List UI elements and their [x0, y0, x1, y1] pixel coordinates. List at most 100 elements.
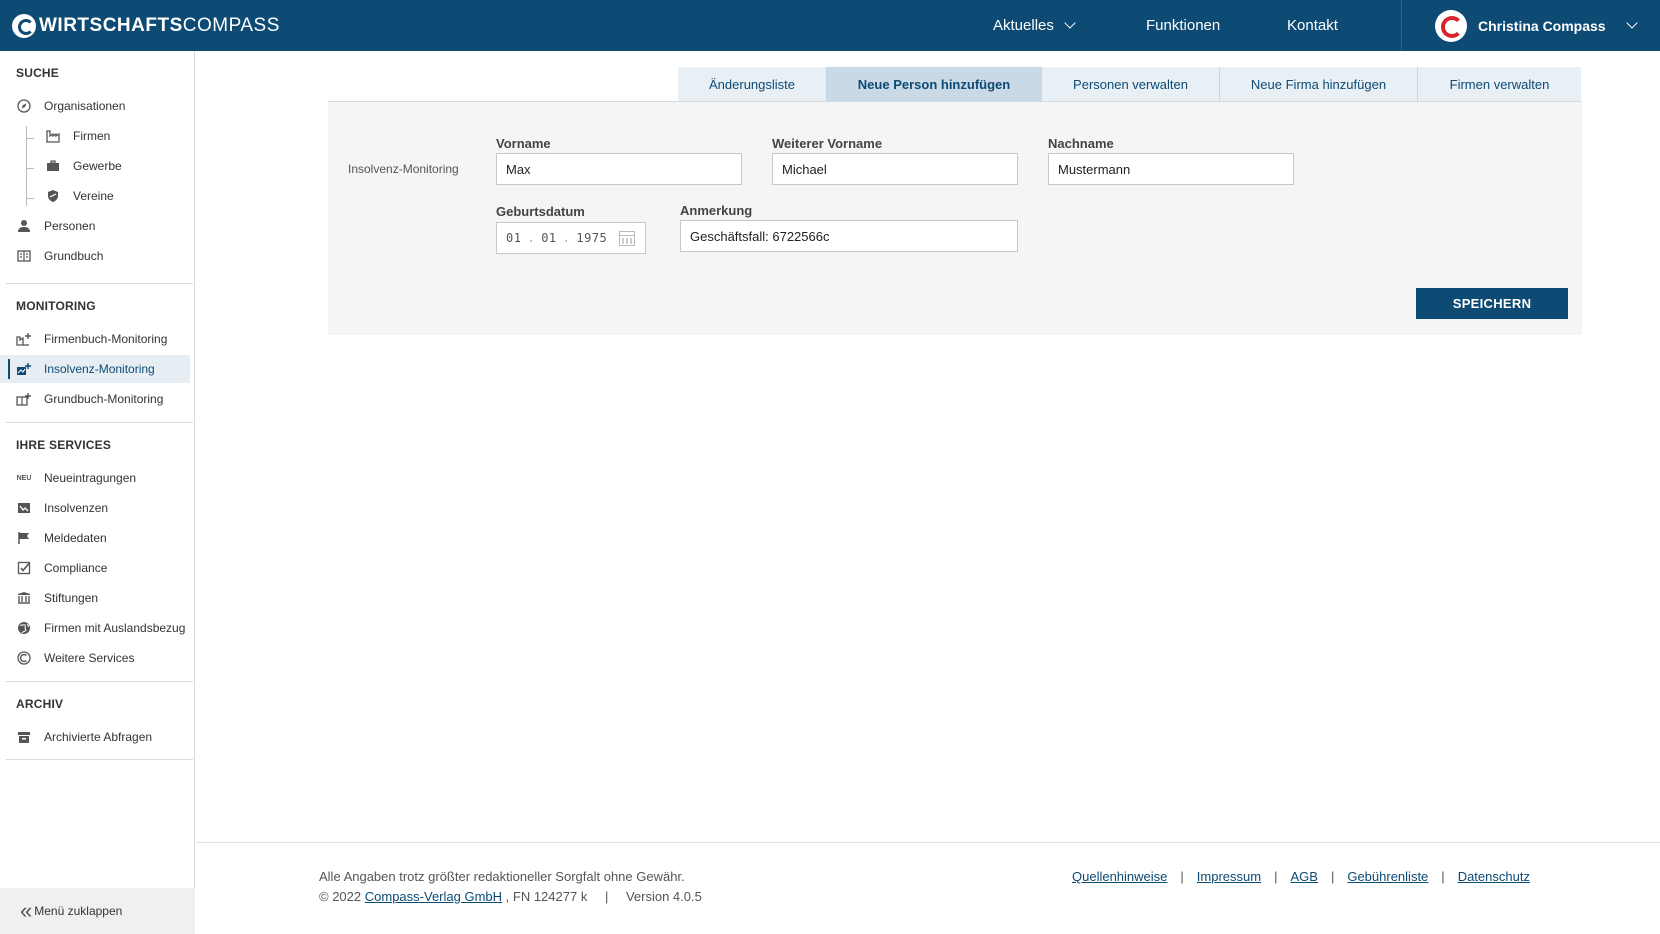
- sidebar-item-personen[interactable]: Personen: [0, 212, 190, 240]
- sidebar-item-label: Firmen mit Auslandsbezug: [44, 621, 186, 635]
- briefcase-icon: [45, 158, 61, 174]
- sidebar-item-gewerbe[interactable]: Gewerbe: [0, 152, 190, 180]
- copyright-prefix: © 2022: [319, 889, 362, 904]
- link-impressum[interactable]: Impressum: [1197, 869, 1261, 884]
- archive-box-icon: [16, 729, 32, 745]
- sidebar-item-meldedaten[interactable]: Meldedaten: [0, 524, 190, 552]
- nav-funktionen[interactable]: Funktionen: [1146, 0, 1220, 51]
- sidebar-item-organisationen[interactable]: Organisationen: [0, 92, 190, 120]
- date-year[interactable]: 1975: [576, 231, 607, 245]
- user-name: Christina Compass: [1478, 17, 1606, 34]
- date-month[interactable]: 01: [541, 231, 556, 245]
- sidebar-item-label: Compliance: [44, 561, 108, 575]
- footer-disclaimer: Alle Angaben trotz größter redaktionelle…: [319, 869, 685, 884]
- sidebar-item-firmenbuch-monitoring[interactable]: Firmenbuch-Monitoring: [0, 325, 190, 353]
- footer: Alle Angaben trotz größter redaktionelle…: [196, 842, 1660, 934]
- tab-neue-firma[interactable]: Neue Firma hinzufügen: [1220, 67, 1418, 102]
- flag-icon: [16, 530, 32, 546]
- factory-plus-icon: [16, 331, 32, 347]
- sidebar-item-vereine[interactable]: Vereine: [0, 182, 190, 210]
- weiterer-vorname-value: Michael: [782, 161, 827, 177]
- link-gebuehrenliste[interactable]: Gebührenliste: [1347, 869, 1428, 884]
- sidebar-item-compliance[interactable]: Compliance: [0, 554, 190, 582]
- sidebar-item-grundbuch-monitoring[interactable]: Grundbuch-Monitoring: [0, 385, 190, 413]
- sidebar-item-label: Stiftungen: [44, 591, 99, 605]
- double-chevron-left-icon: «: [20, 898, 33, 923]
- shield-icon: [45, 188, 61, 204]
- sidebar-item-auslandsbezug[interactable]: Firmen mit Auslandsbezug: [0, 614, 190, 642]
- sidebar-item-label: Grundbuch: [44, 249, 104, 263]
- sidebar-item-label: Vereine: [73, 189, 114, 203]
- sidebar-item-grundbuch[interactable]: Grundbuch: [0, 242, 190, 270]
- book-plus-icon: [16, 391, 32, 407]
- vorname-field[interactable]: Max: [496, 153, 742, 185]
- institution-icon: [16, 590, 32, 606]
- footer-links: Quellenhinweise | Impressum | AGB | Gebü…: [1072, 869, 1530, 884]
- copyright-suffix: , FN 124277 k: [505, 889, 588, 904]
- new-badge-icon: NEU: [16, 474, 32, 482]
- divider: [6, 759, 193, 760]
- sidebar-item-firmen[interactable]: Firmen: [0, 122, 190, 150]
- sidebar-item-weitere-services[interactable]: Weitere Services: [0, 644, 190, 672]
- sidebar-item-label: Weitere Services: [44, 651, 135, 665]
- geburtsdatum-field[interactable]: 01 . 01 . 1975: [496, 222, 646, 254]
- anmerkung-label: Anmerkung: [680, 203, 753, 218]
- sidebar-section-suche: SUCHE: [16, 66, 60, 80]
- divider: [6, 283, 193, 284]
- sidebar-item-label: Gewerbe: [73, 159, 122, 173]
- sidebar-item-label: Firmen: [73, 129, 111, 143]
- sidebar-item-label: Organisationen: [44, 99, 126, 113]
- checkbox-icon: [16, 560, 32, 576]
- divider: [6, 422, 193, 423]
- person-form-panel: Insolvenz-Monitoring Vorname Max Weitere…: [328, 101, 1582, 335]
- sidebar-item-insolvenz-monitoring[interactable]: Insolvenz-Monitoring: [0, 355, 190, 383]
- link-quellenhinweise[interactable]: Quellenhinweise: [1072, 869, 1167, 884]
- sidebar-item-label: Grundbuch-Monitoring: [44, 392, 164, 406]
- link-agb[interactable]: AGB: [1290, 869, 1317, 884]
- brand-name: WIRTSCHAFTSCOMPASS: [39, 15, 280, 36]
- sidebar-item-label: Archivierte Abfragen: [44, 730, 153, 744]
- link-datenschutz[interactable]: Datenschutz: [1458, 869, 1530, 884]
- collapse-menu-button[interactable]: « Menü zuklappen: [0, 888, 195, 934]
- vorname-value: Max: [506, 161, 531, 177]
- weiterer-vorname-field[interactable]: Michael: [772, 153, 1018, 185]
- geburtsdatum-label: Geburtsdatum: [496, 204, 585, 219]
- form-section-label: Insolvenz-Monitoring: [348, 162, 459, 176]
- sidebar-item-archivierte-abfragen[interactable]: Archivierte Abfragen: [0, 723, 190, 751]
- save-button[interactable]: SPEICHERN: [1416, 288, 1568, 319]
- calendar-icon[interactable]: [619, 231, 635, 246]
- chart-down-icon: [16, 500, 32, 516]
- compass-icon: [16, 98, 32, 114]
- tab-firmen-verwalten[interactable]: Firmen verwalten: [1418, 67, 1581, 102]
- publisher-link[interactable]: Compass-Verlag GmbH: [365, 889, 502, 904]
- avatar: [1435, 9, 1467, 42]
- tab-neue-person[interactable]: Neue Person hinzufügen: [827, 67, 1042, 102]
- footer-copyright: © 2022 Compass-Verlag GmbH , FN 124277 k…: [319, 889, 702, 904]
- tab-personen-verwalten[interactable]: Personen verwalten: [1042, 67, 1220, 102]
- user-menu[interactable]: Christina Compass: [1401, 0, 1660, 51]
- date-day[interactable]: 01: [506, 231, 521, 245]
- book-icon: [16, 248, 32, 264]
- collapse-menu-label: Menü zuklappen: [34, 904, 123, 918]
- chevron-down-icon: [1064, 17, 1076, 29]
- sidebar-item-label: Personen: [44, 219, 96, 233]
- tab-aenderungsliste[interactable]: Änderungsliste: [678, 67, 827, 102]
- weiterer-vorname-label: Weiterer Vorname: [772, 136, 883, 151]
- sidebar-section-monitoring: MONITORING: [16, 299, 96, 313]
- nav-kontakt[interactable]: Kontakt: [1287, 0, 1338, 51]
- nachname-field[interactable]: Mustermann: [1048, 153, 1294, 185]
- nachname-label: Nachname: [1048, 136, 1114, 151]
- sidebar-item-stiftungen[interactable]: Stiftungen: [0, 584, 190, 612]
- sidebar-item-label: Insolvenzen: [44, 501, 109, 515]
- sidebar-item-insolvenzen[interactable]: Insolvenzen: [0, 494, 190, 522]
- brand-logo[interactable]: WIRTSCHAFTSCOMPASS: [12, 13, 280, 39]
- top-header: WIRTSCHAFTSCOMPASS Aktuelles Funktionen …: [0, 0, 1660, 51]
- sidebar-item-label: Neueintragungen: [44, 471, 137, 485]
- anmerkung-field[interactable]: Geschäftsfall: 6722566c: [680, 220, 1018, 252]
- chevron-down-icon: [1625, 17, 1638, 29]
- nachname-value: Mustermann: [1058, 161, 1131, 177]
- sidebar-item-label: Insolvenz-Monitoring: [44, 362, 155, 376]
- sidebar-item-neueintragungen[interactable]: NEU Neueintragungen: [0, 464, 190, 492]
- nav-aktuelles[interactable]: Aktuelles: [993, 0, 1076, 51]
- person-icon: [16, 218, 32, 234]
